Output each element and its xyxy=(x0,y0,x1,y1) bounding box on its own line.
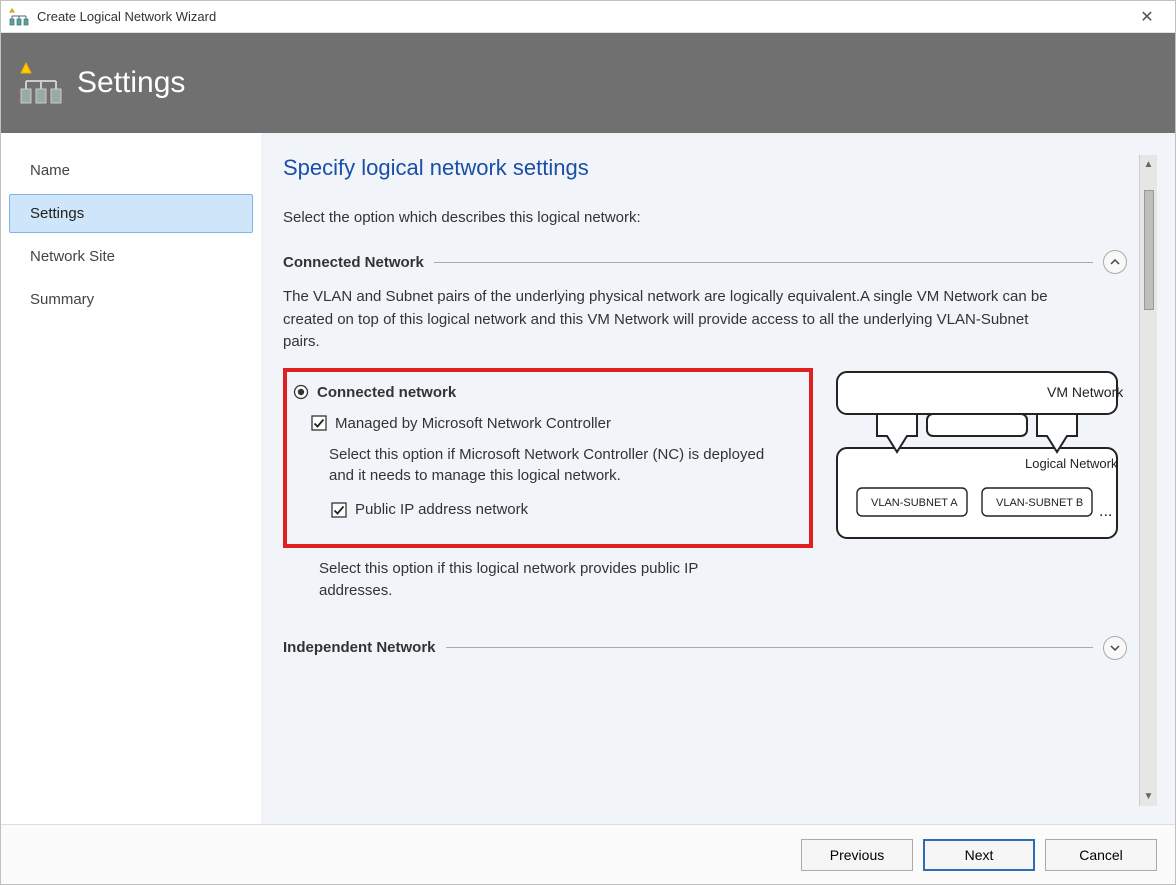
section-header-independent: Independent Network xyxy=(283,636,1127,660)
section-title: Independent Network xyxy=(283,639,436,656)
sidebar-item-name[interactable]: Name xyxy=(9,151,253,190)
diagram-vlan-a: VLAN-SUBNET A xyxy=(871,497,958,509)
page-title: Specify logical network settings xyxy=(283,155,1127,181)
sidebar: Name Settings Network Site Summary xyxy=(1,133,261,824)
banner-icon xyxy=(17,59,65,107)
main-panel: Specify logical network settings Select … xyxy=(261,133,1175,824)
section-rule xyxy=(446,647,1093,648)
highlight-box: Connected network Managed by Microsoft N… xyxy=(283,368,813,549)
window-title: Create Logical Network Wizard xyxy=(37,9,1127,24)
footer: Previous Next Cancel xyxy=(1,824,1175,884)
section-rule xyxy=(434,262,1093,263)
radio-connected-network[interactable]: Connected network xyxy=(293,384,799,401)
chevron-down-icon xyxy=(1110,643,1120,653)
body: Name Settings Network Site Summary Speci… xyxy=(1,133,1175,824)
collapse-button[interactable] xyxy=(1103,250,1127,274)
sidebar-item-label: Summary xyxy=(30,291,94,308)
sidebar-item-summary[interactable]: Summary xyxy=(9,280,253,319)
cancel-button[interactable]: Cancel xyxy=(1045,839,1157,871)
sidebar-item-settings[interactable]: Settings xyxy=(9,194,253,233)
scroll-down-icon: ▼ xyxy=(1144,791,1154,802)
network-diagram: VM Network Logical Network VLAN-SUBNET A… xyxy=(827,368,1127,551)
next-button[interactable]: Next xyxy=(923,839,1035,871)
section-title: Connected Network xyxy=(283,254,424,271)
titlebar: Create Logical Network Wizard ✕ xyxy=(1,1,1175,33)
connected-left: Connected network Managed by Microsoft N… xyxy=(283,368,813,616)
checkbox-managed-by-nc[interactable]: Managed by Microsoft Network Controller xyxy=(311,415,799,432)
scrollbar[interactable]: ▲ ▼ xyxy=(1139,155,1157,806)
banner: Settings xyxy=(1,33,1175,133)
checkbox-checked-icon xyxy=(331,502,347,518)
radio-label: Connected network xyxy=(317,384,456,401)
expand-button[interactable] xyxy=(1103,636,1127,660)
diagram-ln-label: Logical Network xyxy=(1025,456,1118,471)
wizard-window: Create Logical Network Wizard ✕ Settings… xyxy=(0,0,1176,885)
sidebar-item-label: Network Site xyxy=(30,248,115,265)
sidebar-item-label: Settings xyxy=(30,205,84,222)
sidebar-item-label: Name xyxy=(30,162,70,179)
banner-title: Settings xyxy=(77,66,185,100)
diagram-ellipsis: ... xyxy=(1099,503,1112,520)
scroll-up-icon: ▲ xyxy=(1144,159,1154,170)
section-header-connected: Connected Network xyxy=(283,250,1127,274)
checkbox-checked-icon xyxy=(311,415,327,431)
previous-button[interactable]: Previous xyxy=(801,839,913,871)
radio-selected-icon xyxy=(293,384,309,400)
diagram-vm-label: VM Network xyxy=(1047,384,1124,400)
option-prompt: Select the option which describes this l… xyxy=(283,209,1127,226)
close-icon[interactable]: ✕ xyxy=(1127,7,1167,27)
sidebar-item-network-site[interactable]: Network Site xyxy=(9,237,253,276)
checkbox-label: Managed by Microsoft Network Controller xyxy=(335,415,611,432)
checkbox-public-ip[interactable]: Public IP address network xyxy=(331,501,799,518)
content-area: Specify logical network settings Select … xyxy=(283,155,1139,806)
app-icon xyxy=(9,7,29,27)
checkbox-label: Public IP address network xyxy=(355,501,528,518)
scroll-thumb[interactable] xyxy=(1144,190,1154,310)
connected-row: Connected network Managed by Microsoft N… xyxy=(283,368,1127,616)
connected-desc: The VLAN and Subnet pairs of the underly… xyxy=(283,286,1063,354)
chevron-up-icon xyxy=(1110,257,1120,267)
publicip-desc: Select this option if this logical netwo… xyxy=(319,558,759,602)
managed-desc: Select this option if Microsoft Network … xyxy=(329,444,769,488)
diagram-vlan-b: VLAN-SUBNET B xyxy=(996,497,1083,509)
